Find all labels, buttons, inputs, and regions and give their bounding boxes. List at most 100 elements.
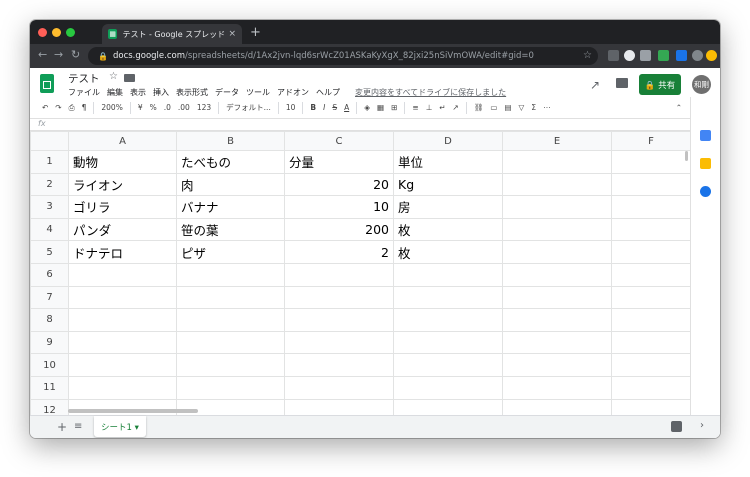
insert-chart-icon[interactable]: ▤ <box>504 103 511 112</box>
column-header-f[interactable]: F <box>611 131 691 151</box>
cell[interactable] <box>611 308 691 332</box>
insert-comment-icon[interactable]: ▭ <box>490 103 497 112</box>
cell[interactable] <box>176 262 285 287</box>
insert-link-icon[interactable]: ⛓ <box>474 103 484 112</box>
row-header[interactable]: 5 <box>30 240 69 264</box>
vertical-align-icon[interactable]: ⊥ <box>426 103 433 112</box>
cell[interactable] <box>611 330 691 355</box>
cell[interactable]: バナナ <box>176 195 285 219</box>
formula-bar[interactable]: fx <box>30 119 690 131</box>
row-header[interactable]: 11 <box>30 375 69 400</box>
currency-format-button[interactable]: ¥ <box>138 103 143 112</box>
explore-icon[interactable] <box>671 421 682 432</box>
row-header[interactable]: 7 <box>30 285 69 310</box>
cell[interactable] <box>176 308 285 332</box>
cell[interactable] <box>68 330 177 355</box>
row-header[interactable]: 10 <box>30 353 69 377</box>
borders-icon[interactable]: ▦ <box>377 103 384 112</box>
cell[interactable] <box>611 240 691 264</box>
font-family-select[interactable]: デフォルト... <box>226 102 271 113</box>
cell[interactable] <box>611 353 691 377</box>
calendar-icon[interactable] <box>700 130 711 141</box>
cell[interactable] <box>502 353 612 377</box>
column-header-b[interactable]: B <box>176 131 285 151</box>
cell[interactable] <box>284 375 394 400</box>
paint-format-icon[interactable]: ¶ <box>82 103 87 112</box>
extension-icon[interactable] <box>640 50 651 61</box>
cell[interactable]: 2 <box>284 240 394 264</box>
redo-icon[interactable]: ↷ <box>55 103 61 112</box>
cell[interactable]: 動物 <box>68 150 177 174</box>
vertical-scrollbar[interactable] <box>685 151 688 161</box>
cell[interactable] <box>284 308 394 332</box>
cell[interactable] <box>393 285 503 310</box>
activity-trend-icon[interactable]: ↗ <box>590 78 600 92</box>
all-sheets-button[interactable]: ≡ <box>74 421 82 432</box>
cell[interactable] <box>176 375 285 400</box>
cell[interactable]: パンダ <box>68 217 177 242</box>
cell[interactable] <box>611 375 691 400</box>
cell[interactable] <box>611 262 691 287</box>
cell[interactable]: 房 <box>393 195 503 219</box>
cell[interactable] <box>393 375 503 400</box>
comment-icon[interactable] <box>616 78 628 88</box>
add-sheet-button[interactable]: + <box>57 420 67 434</box>
cell[interactable]: 分量 <box>284 150 394 174</box>
cell[interactable] <box>611 172 691 197</box>
browser-tab[interactable]: ▦ テスト - Google スプレッドシート × <box>102 24 242 44</box>
select-all-corner[interactable] <box>30 131 69 151</box>
document-title[interactable]: テスト <box>68 71 100 86</box>
cell[interactable]: ゴリラ <box>68 195 177 219</box>
menu-icon[interactable] <box>706 50 717 61</box>
cell[interactable] <box>502 217 612 242</box>
more-formats-select[interactable]: 123 <box>197 103 211 112</box>
row-header[interactable]: 8 <box>30 308 69 332</box>
column-header-a[interactable]: A <box>68 131 177 151</box>
cell[interactable] <box>393 330 503 355</box>
cell[interactable] <box>68 353 177 377</box>
percent-format-button[interactable]: % <box>150 103 157 112</box>
functions-icon[interactable]: Σ <box>531 103 536 112</box>
extension-beta-icon[interactable] <box>676 50 687 61</box>
forward-button[interactable]: → <box>54 48 63 61</box>
horizontal-scrollbar[interactable] <box>68 407 688 415</box>
cell[interactable] <box>176 353 285 377</box>
cell[interactable] <box>502 240 612 264</box>
font-size-select[interactable]: 10 <box>286 103 296 112</box>
tasks-icon[interactable] <box>700 186 711 197</box>
folder-icon[interactable] <box>124 74 135 82</box>
sheet-tab[interactable]: シート1 ▾ <box>94 416 146 437</box>
cell[interactable] <box>393 308 503 332</box>
more-icon[interactable]: ⋯ <box>543 103 551 112</box>
cell[interactable]: 200 <box>284 217 394 242</box>
close-window-button[interactable] <box>38 28 47 37</box>
column-header-d[interactable]: D <box>393 131 503 151</box>
profile-icon[interactable] <box>692 50 703 61</box>
cell[interactable]: Kg <box>393 172 503 197</box>
cell[interactable] <box>502 172 612 197</box>
cell[interactable] <box>284 353 394 377</box>
cell[interactable] <box>68 308 177 332</box>
cell[interactable]: たべもの <box>176 150 285 174</box>
row-header[interactable]: 6 <box>30 262 69 287</box>
text-wrap-icon[interactable]: ↵ <box>439 103 445 112</box>
cell[interactable]: 枚 <box>393 217 503 242</box>
cell[interactable] <box>502 330 612 355</box>
row-header[interactable]: 2 <box>30 172 69 197</box>
avatar[interactable]: 和剛 <box>692 75 711 94</box>
reload-button[interactable]: ↻ <box>71 48 80 61</box>
cell[interactable] <box>502 375 612 400</box>
extension-icon[interactable] <box>658 50 669 61</box>
horizontal-scrollbar-thumb[interactable] <box>68 409 198 413</box>
merge-cells-icon[interactable]: ⊞ <box>391 103 397 112</box>
row-header[interactable]: 3 <box>30 195 69 219</box>
text-rotation-icon[interactable]: ↗ <box>453 103 459 112</box>
maximize-window-button[interactable] <box>66 28 75 37</box>
cell[interactable] <box>502 195 612 219</box>
cell[interactable] <box>502 308 612 332</box>
side-panel-toggle-icon[interactable]: › <box>700 420 704 431</box>
new-tab-button[interactable]: + <box>250 25 261 40</box>
increase-decimal-button[interactable]: .00 <box>178 103 190 112</box>
cell[interactable] <box>176 285 285 310</box>
cell[interactable] <box>502 150 612 174</box>
